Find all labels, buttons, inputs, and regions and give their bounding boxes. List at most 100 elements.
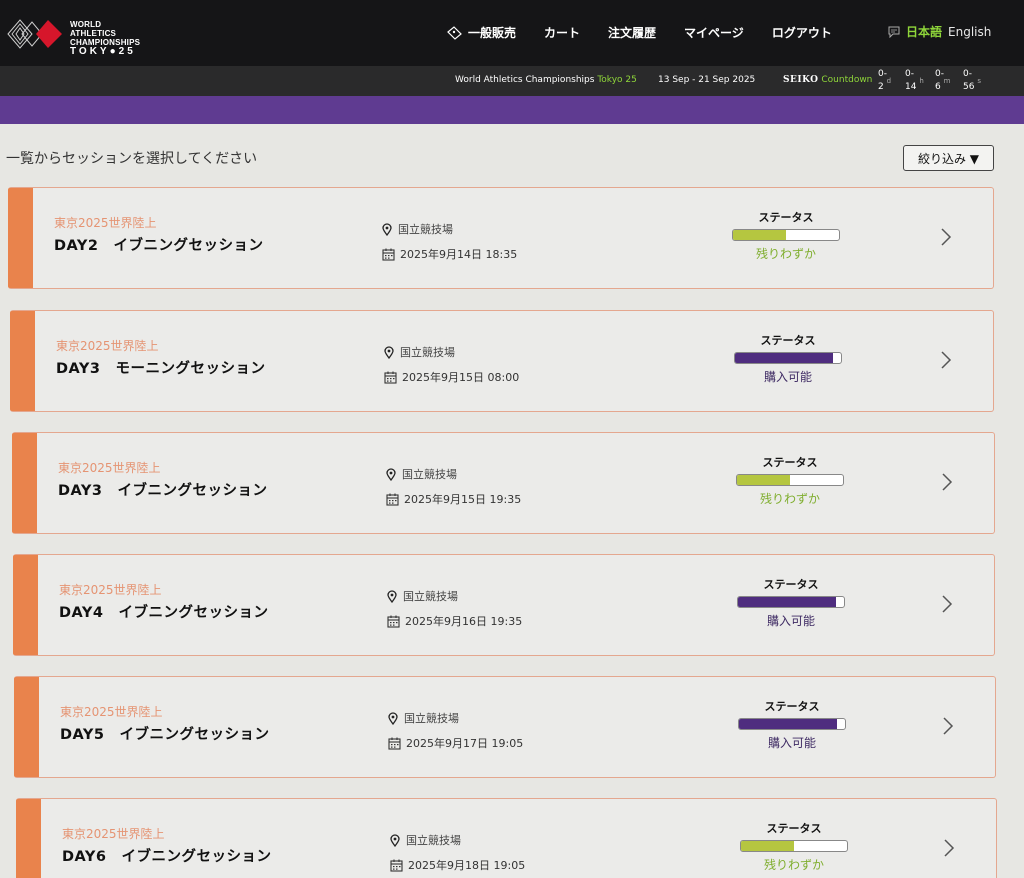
chevron-right-icon[interactable] <box>942 837 956 859</box>
session-venue: 国立競技場 <box>388 710 459 726</box>
session-name: DAY6 イブニングセッション <box>62 849 272 865</box>
session-card[interactable]: 東京2025世界陸上 DAY4 イブニングセッション 国立競技場 2025年9月… <box>13 554 995 656</box>
session-name: DAY3 イブニングセッション <box>58 483 268 499</box>
session-card[interactable]: 東京2025世界陸上 DAY6 イブニングセッション 国立競技場 2025年9月… <box>16 798 997 878</box>
session-card[interactable]: 東京2025世界陸上 DAY5 イブニングセッション 国立競技場 2025年9月… <box>14 676 996 778</box>
session-venue: 国立競技場 <box>390 832 461 848</box>
chevron-right-icon[interactable] <box>940 471 954 493</box>
lang-english[interactable]: English <box>948 25 991 39</box>
location-pin-icon <box>388 711 398 725</box>
status-text: 購入可能 <box>767 736 816 750</box>
site-logo[interactable]: WORLD ATHLETICS CHAMPIONSHIPS TOKY●25 <box>6 14 146 57</box>
session-venue-label: 国立競技場 <box>403 590 458 603</box>
status-heading: ステータス <box>766 822 822 835</box>
session-card[interactable]: 東京2025世界陸上 DAY2 イブニングセッション 国立競技場 2025年9月… <box>8 187 994 289</box>
chevron-right-icon[interactable] <box>939 349 953 371</box>
event-title: World Athletics Championships Tokyo 25 <box>455 75 637 85</box>
status-text: 残りわずか <box>755 247 816 261</box>
status-heading: ステータス <box>763 578 819 591</box>
session-event-name: 東京2025世界陸上 <box>62 827 165 841</box>
nav-logout-label: ログアウト <box>771 26 832 40</box>
status-heading: ステータス <box>762 456 818 469</box>
status-text: 残りわずか <box>763 858 824 872</box>
session-name: DAY5 イブニングセッション <box>60 727 270 743</box>
status-text: 購入可能 <box>763 370 812 384</box>
status-text: 残りわずか <box>759 492 820 506</box>
countdown-seconds-value: 56 <box>963 82 975 92</box>
language-switcher: 日本語 English <box>888 23 991 40</box>
status-level-bar <box>732 229 840 241</box>
countdown-minutes-unit: m <box>943 77 951 85</box>
countdown-minutes: 0- 6 m <box>935 68 950 94</box>
chevron-right-icon[interactable] <box>940 593 954 615</box>
card-accent-stripe <box>12 433 37 533</box>
countdown-days: 0- 2 d <box>878 68 891 94</box>
page-title: 一覧からセッションを選択してください <box>6 151 258 167</box>
session-list-page: 一覧からセッションを選択してください 絞り込み ▼ 東京2025世界陸上 DAY… <box>0 124 1024 878</box>
top-header: WORLD ATHLETICS CHAMPIONSHIPS TOKY●25 一般… <box>0 0 1024 66</box>
session-card[interactable]: 東京2025世界陸上 DAY3 イブニングセッション 国立競技場 2025年9月… <box>12 432 995 534</box>
lang-japanese[interactable]: 日本語 <box>906 23 942 40</box>
status-level-fill <box>737 475 790 485</box>
session-datetime-label: 2025年9月17日 19:05 <box>406 737 524 750</box>
card-accent-stripe <box>13 555 38 655</box>
status-level-bar <box>740 840 848 852</box>
event-title-prefix: World Athletics Championships <box>455 75 595 85</box>
filter-button[interactable]: 絞り込み ▼ <box>903 145 994 171</box>
nav-logout[interactable]: ログアウト <box>772 24 832 41</box>
session-event-name: 東京2025世界陸上 <box>54 216 157 230</box>
session-event-name: 東京2025世界陸上 <box>60 705 163 719</box>
session-venue: 国立競技場 <box>384 344 455 360</box>
nav-cart[interactable]: カート <box>544 24 580 41</box>
logo-text: WORLD ATHLETICS CHAMPIONSHIPS TOKY●25 <box>70 20 146 57</box>
nav-order-history[interactable]: 注文履歴 <box>608 24 656 41</box>
countdown-seconds: 0- 56 s <box>963 68 981 94</box>
logo-line-1: WORLD ATHLETICS <box>70 20 117 38</box>
chevron-right-icon[interactable] <box>941 715 955 737</box>
session-datetime-label: 2025年9月14日 18:35 <box>400 248 518 261</box>
logo-mark-icon <box>7 19 62 49</box>
card-accent-stripe <box>14 677 39 777</box>
session-datetime-label: 2025年9月16日 19:35 <box>405 615 523 628</box>
seiko-logo: SEIKO <box>783 75 819 85</box>
session-datetime: 2025年9月15日 08:00 <box>384 369 519 385</box>
event-info-bar: World Athletics Championships Tokyo 25 1… <box>0 66 1024 96</box>
status-level-bar <box>738 718 846 730</box>
status-text: 購入可能 <box>766 614 815 628</box>
status-heading: ステータス <box>764 700 820 713</box>
countdown-minutes-value: 6 <box>935 82 941 92</box>
event-dates: 13 Sep - 21 Sep 2025 <box>658 75 756 85</box>
calendar-icon <box>390 859 403 872</box>
countdown-hours-value: 14 <box>905 82 917 92</box>
logo-line-3: TOKY●25 <box>70 46 136 57</box>
chat-bubble-icon <box>888 26 900 38</box>
calendar-icon <box>382 248 395 261</box>
status-level-bar <box>734 352 842 364</box>
countdown-days-value: 2 <box>878 82 884 92</box>
nav-general-sale[interactable]: 一般販売 <box>446 24 516 41</box>
session-venue-label: 国立競技場 <box>406 834 461 847</box>
session-datetime: 2025年9月15日 19:35 <box>386 491 521 507</box>
status-level-bar <box>736 474 844 486</box>
location-pin-icon <box>382 222 392 236</box>
session-datetime: 2025年9月16日 19:35 <box>387 613 522 629</box>
session-venue: 国立競技場 <box>382 221 453 237</box>
location-pin-icon <box>384 345 394 359</box>
session-datetime: 2025年9月14日 18:35 <box>382 246 517 262</box>
countdown-seconds-unit: s <box>977 77 981 85</box>
nav-cart-label: カート <box>544 26 581 40</box>
nav-mypage[interactable]: マイページ <box>684 24 744 41</box>
session-venue: 国立競技場 <box>387 588 458 604</box>
card-accent-stripe <box>16 799 41 878</box>
chevron-right-icon[interactable] <box>939 226 953 248</box>
session-card[interactable]: 東京2025世界陸上 DAY3 モーニングセッション 国立競技場 2025年9月… <box>10 310 994 412</box>
countdown-hours: 0- 14 h <box>905 68 924 94</box>
nav-mypage-label: マイページ <box>684 26 744 40</box>
status-level-fill <box>738 597 836 607</box>
location-pin-icon <box>387 589 397 603</box>
nav-general-sale-label: 一般販売 <box>468 26 517 40</box>
session-venue-label: 国立競技場 <box>400 346 455 359</box>
session-venue-label: 国立競技場 <box>402 468 457 481</box>
session-datetime-label: 2025年9月15日 08:00 <box>402 371 520 384</box>
calendar-icon <box>384 371 397 384</box>
